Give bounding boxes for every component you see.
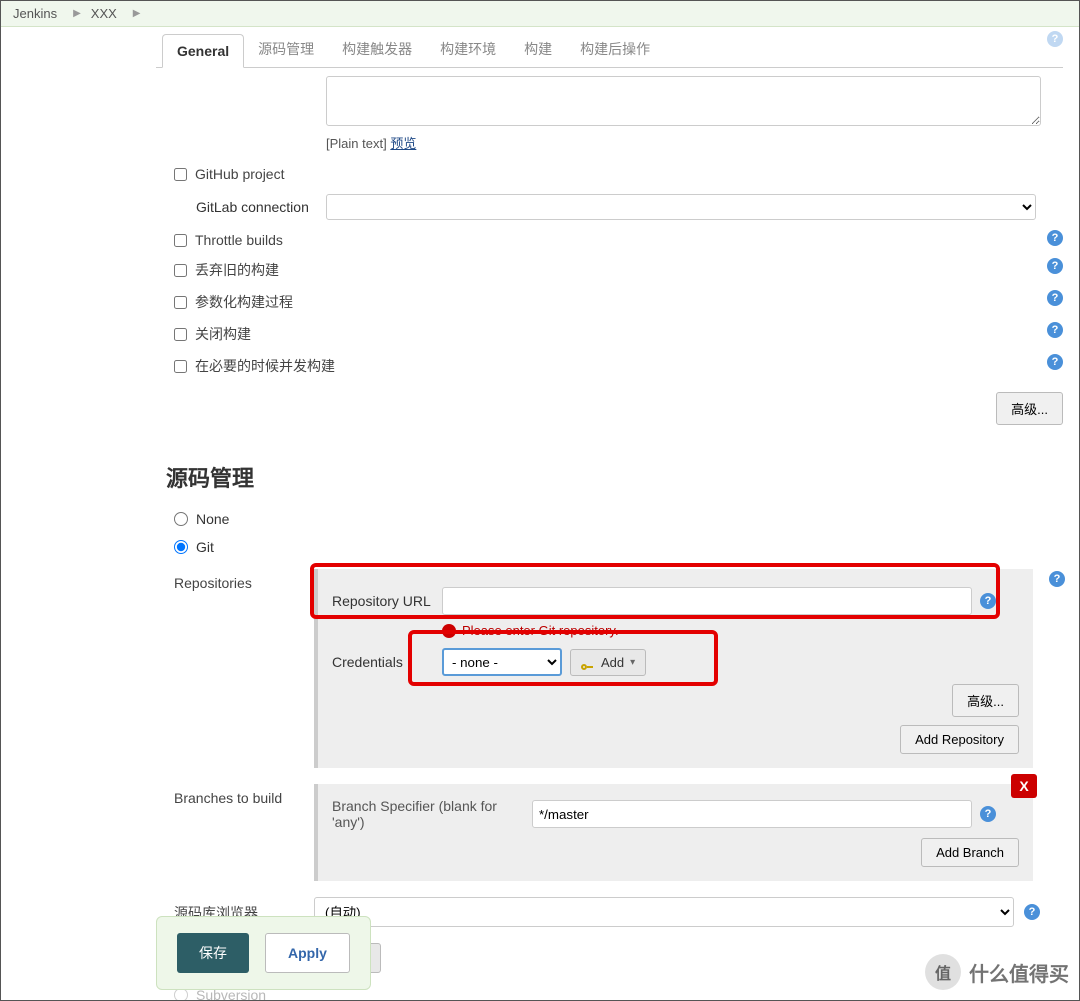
help-icon[interactable]: ? — [980, 806, 996, 822]
left-sidebar — [1, 27, 156, 1000]
config-content: General 源码管理 构建触发器 构建环境 构建 构建后操作 [Plain … — [156, 27, 1079, 1000]
repo-url-warning: – Please enter Git repository. — [442, 623, 1019, 638]
throttle-builds-checkbox[interactable] — [174, 234, 187, 247]
scm-git-radio[interactable] — [174, 540, 188, 554]
repository-block: Repository URL ? – Please enter Git repo… — [314, 569, 1033, 768]
chevron-right-icon: ▶ — [73, 8, 81, 19]
branches-to-build-label: Branches to build — [174, 784, 314, 806]
credentials-label: Credentials — [332, 654, 442, 670]
tab-post-build[interactable]: 构建后操作 — [566, 31, 664, 67]
repo-url-warning-text: Please enter Git repository. — [462, 623, 619, 638]
help-icon[interactable]: ? — [1047, 31, 1063, 47]
help-icon[interactable]: ? — [1024, 904, 1040, 920]
add-credentials-button[interactable]: Add ▾ — [570, 649, 646, 676]
help-icon[interactable]: ? — [1047, 258, 1063, 274]
scm-none-radio[interactable] — [174, 512, 188, 526]
breadcrumb: Jenkins ▶ XXX ▶ — [1, 1, 1079, 27]
repo-url-input[interactable] — [442, 587, 972, 615]
disable-build-checkbox[interactable] — [174, 328, 187, 341]
branch-block: X Branch Specifier (blank for 'any') ? A… — [314, 784, 1033, 881]
help-icon[interactable]: ? — [1047, 322, 1063, 338]
github-project-label: GitHub project — [195, 166, 284, 182]
branch-specifier-label: Branch Specifier (blank for 'any') — [332, 798, 532, 830]
tab-scm[interactable]: 源码管理 — [244, 31, 328, 67]
github-project-checkbox[interactable] — [174, 168, 187, 181]
concurrent-build-checkbox[interactable] — [174, 360, 187, 373]
general-advanced-button[interactable]: 高级... — [996, 392, 1063, 425]
tab-build[interactable]: 构建 — [510, 31, 566, 67]
breadcrumb-project[interactable]: XXX — [91, 6, 117, 21]
help-icon[interactable]: ? — [980, 593, 996, 609]
credentials-select[interactable]: - none - — [442, 648, 562, 676]
add-repository-button[interactable]: Add Repository — [900, 725, 1019, 754]
scm-git-label: Git — [196, 539, 214, 555]
key-icon — [581, 658, 595, 666]
chevron-right-icon: ▶ — [133, 8, 141, 19]
breadcrumb-root[interactable]: Jenkins — [13, 6, 57, 21]
footer-buttons: 保存 Apply — [156, 916, 371, 990]
error-icon: – — [442, 624, 456, 638]
help-icon[interactable]: ? — [1047, 230, 1063, 246]
help-icon[interactable]: ? — [1047, 290, 1063, 306]
tab-general[interactable]: General — [162, 34, 244, 68]
help-icon[interactable]: ? — [1047, 354, 1063, 370]
apply-button[interactable]: Apply — [265, 933, 350, 973]
throttle-builds-label: Throttle builds — [195, 232, 283, 248]
help-icon[interactable]: ? — [1049, 571, 1065, 587]
repositories-label: Repositories — [174, 569, 314, 591]
parameterized-label: 参数化构建过程 — [195, 292, 293, 312]
delete-branch-button[interactable]: X — [1011, 774, 1037, 798]
repo-url-label: Repository URL — [332, 593, 442, 609]
config-tabs: General 源码管理 构建触发器 构建环境 构建 构建后操作 — [156, 31, 1063, 68]
tab-build-env[interactable]: 构建环境 — [426, 31, 510, 67]
preview-link[interactable]: 预览 — [390, 136, 416, 151]
gitlab-connection-select[interactable] — [326, 194, 1036, 220]
discard-old-label: 丢弃旧的构建 — [195, 260, 279, 280]
discard-old-checkbox[interactable] — [174, 264, 187, 277]
add-credentials-label: Add — [601, 655, 624, 670]
branch-specifier-input[interactable] — [532, 800, 972, 828]
save-button[interactable]: 保存 — [177, 933, 249, 973]
add-branch-button[interactable]: Add Branch — [921, 838, 1019, 867]
disable-build-label: 关闭构建 — [195, 324, 251, 344]
repo-advanced-button[interactable]: 高级... — [952, 684, 1019, 717]
scm-none-label: None — [196, 511, 229, 527]
plain-text-label: [Plain text] — [326, 136, 387, 151]
gitlab-connection-label: GitLab connection — [196, 199, 326, 215]
description-textarea[interactable] — [326, 76, 1041, 126]
parameterized-checkbox[interactable] — [174, 296, 187, 309]
scm-section-title: 源码管理 — [166, 461, 1063, 493]
caret-down-icon: ▾ — [630, 657, 635, 668]
repo-browser-select[interactable]: (自动) — [314, 897, 1014, 927]
concurrent-build-label: 在必要的时候并发构建 — [195, 356, 335, 376]
tab-triggers[interactable]: 构建触发器 — [328, 31, 426, 67]
